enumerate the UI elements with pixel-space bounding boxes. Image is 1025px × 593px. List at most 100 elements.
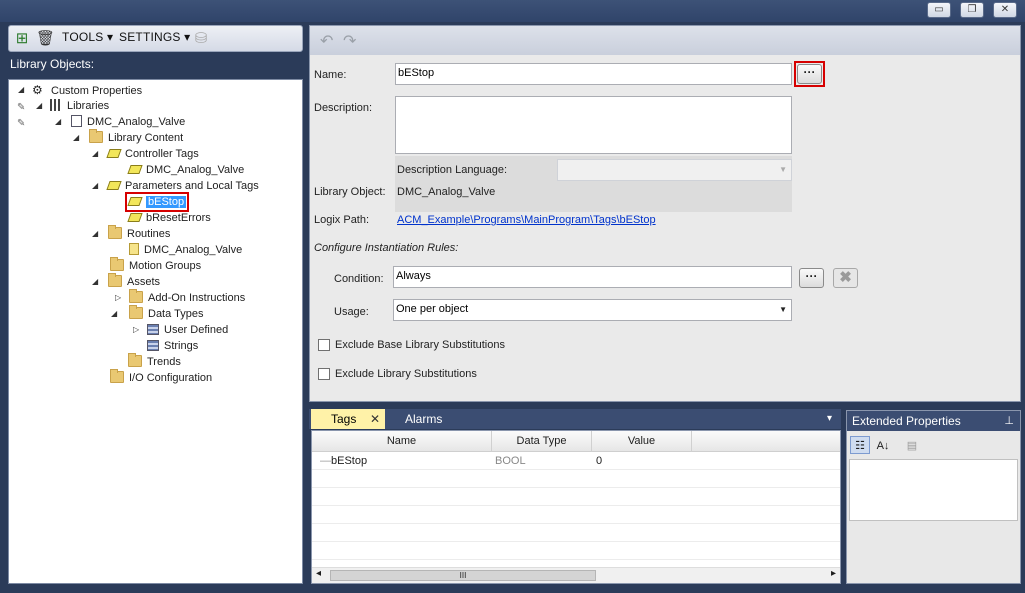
table-row[interactable]: — bEStop BOOL 0 (312, 453, 840, 470)
pencil-icon: ✎ (17, 102, 26, 113)
grid-header: Name Data Type Value (312, 431, 840, 452)
tree-item-user-defined[interactable]: ▷ User Defined (133, 322, 228, 338)
expand-arrow-icon[interactable]: ◢ (73, 130, 79, 146)
redo-icon[interactable]: ↷ (343, 31, 356, 51)
properties-toolbar: ↶ ↷ (310, 26, 1020, 55)
column-header-name[interactable]: Name (312, 431, 492, 452)
delete-icon[interactable]: 🗑 (36, 29, 55, 48)
tree-item-assets[interactable]: ◢ Assets (92, 273, 160, 290)
condition-browse-button[interactable]: ··· (799, 268, 824, 288)
tag-icon (127, 213, 143, 222)
exclude-base-checkbox[interactable] (318, 339, 330, 351)
name-label: Name: (314, 69, 347, 81)
column-header-value[interactable]: Value (592, 431, 692, 452)
scroll-left-icon[interactable]: ◂ (316, 568, 321, 579)
sort-alpha-icon[interactable]: A↓ (873, 436, 893, 454)
pin-icon[interactable]: ⊥ (1004, 411, 1014, 431)
library-icon (50, 99, 62, 111)
folder-icon (89, 129, 103, 143)
expand-arrow-icon[interactable]: ◢ (18, 82, 24, 98)
table-row (312, 543, 840, 560)
configure-rules-heading: Configure Instantiation Rules: (314, 242, 459, 254)
settings-menu[interactable]: SETTINGS ▾ (119, 30, 190, 44)
tools-menu[interactable]: TOOLS ▾ (62, 30, 113, 44)
expand-arrow-icon[interactable]: ◢ (92, 178, 98, 194)
cell-value[interactable]: 0 (596, 453, 602, 470)
data-type-icon (147, 340, 159, 351)
routine-icon (129, 243, 139, 255)
condition-label: Condition: (334, 273, 384, 285)
property-pages-icon[interactable]: ▤ (902, 436, 922, 454)
minimize-icon[interactable]: ▭ (927, 2, 951, 18)
exclude-library-label: Exclude Library Substitutions (335, 368, 477, 380)
library-objects-title: Library Objects: (10, 57, 95, 71)
expand-arrow-icon[interactable]: ◢ (92, 146, 98, 162)
categorized-icon[interactable]: ☷ (850, 436, 870, 454)
tree-item-routine-dmc[interactable]: DMC_Analog_Valve (129, 242, 242, 258)
chevron-down-icon: ▼ (779, 165, 787, 174)
folder-icon (129, 289, 143, 303)
tree-item-custom-properties[interactable]: ◢ ⚙ Custom Properties (18, 82, 142, 98)
tree-item-routines[interactable]: ◢ Routines (92, 225, 170, 242)
expand-arrow-icon[interactable]: ◢ (92, 274, 98, 290)
folder-icon (129, 305, 143, 319)
library-object-value: DMC_Analog_Valve (397, 186, 496, 198)
tree-item-trends[interactable]: Trends (128, 353, 181, 370)
horizontal-scrollbar[interactable]: ◂ III ▸ (312, 567, 840, 583)
condition-field[interactable]: Always (393, 266, 792, 288)
highlight-box (794, 61, 825, 87)
tab-alarms[interactable]: Alarms (385, 409, 442, 429)
close-tab-icon[interactable]: ✕ (370, 409, 380, 429)
tree-item-dmc-analog-valve[interactable]: ◢ DMC_Analog_Valve (55, 114, 185, 130)
tree-item-libraries[interactable]: ◢ Libraries (36, 98, 109, 114)
scroll-thumb[interactable]: III (330, 570, 596, 581)
tree-item-bresetErrors[interactable]: bResetErrors (127, 210, 211, 226)
publish-icon[interactable]: ⛁ (192, 29, 210, 48)
scroll-right-icon[interactable]: ▸ (831, 568, 836, 579)
collapse-arrow-icon[interactable]: ▷ (133, 322, 139, 338)
tree-item-io-configuration[interactable]: I/O Configuration (110, 369, 212, 386)
library-object-label: Library Object: (314, 186, 386, 198)
name-field[interactable]: bEStop (395, 63, 792, 85)
expand-arrow-icon[interactable]: ◢ (92, 226, 98, 242)
undo-icon[interactable]: ↶ (320, 31, 333, 51)
logix-path-label: Logix Path: (314, 214, 370, 226)
chevron-down-icon: ▼ (779, 305, 787, 314)
logix-path-link[interactable]: ACM_Example\Programs\MainProgram\Tags\bE… (397, 214, 656, 226)
add-library-icon[interactable]: ⊞ (13, 29, 31, 48)
close-icon[interactable]: ✕ (993, 2, 1017, 18)
tree-item-library-content[interactable]: ◢ Library Content (73, 129, 183, 146)
tree-item-strings[interactable]: Strings (147, 338, 198, 354)
description-language-label: Description Language: (397, 164, 508, 176)
expand-arrow-icon[interactable]: ◢ (111, 306, 117, 322)
tree-item-controller-tags[interactable]: ◢ Controller Tags (92, 146, 199, 162)
folder-icon (110, 257, 124, 271)
library-tree[interactable]: ✎ ✎ ◢ ⚙ Custom Properties ◢ Libraries ◢ D… (8, 79, 303, 584)
usage-label: Usage: (334, 306, 369, 318)
tree-item-add-on-instructions[interactable]: ▷ Add-On Instructions (115, 289, 245, 306)
tags-grid: Name Data Type Value — bEStop BOOL 0 ◂ I… (311, 430, 841, 584)
tree-item-data-types[interactable]: ◢ Data Types (111, 305, 203, 322)
tab-menu-icon[interactable]: ▾ (827, 409, 832, 429)
bottom-tab-bar: Tags ✕ Alarms ▾ (309, 409, 841, 429)
collapse-arrow-icon[interactable]: ▷ (115, 290, 121, 306)
description-language-dropdown[interactable]: ▼ (557, 159, 792, 181)
folder-icon (108, 273, 122, 287)
window-title-bar: ▭ ❐ ✕ (0, 0, 1025, 22)
folder-icon (108, 225, 122, 239)
restore-icon[interactable]: ❐ (960, 2, 984, 18)
expand-arrow-icon[interactable]: ◢ (36, 98, 42, 114)
table-row (312, 525, 840, 542)
extended-properties-panel: Extended Properties ⊥ ☷ A↓ ▤ (846, 410, 1021, 584)
clear-condition-button[interactable]: ✖ (833, 268, 858, 288)
tree-item-motion-groups[interactable]: Motion Groups (110, 257, 201, 274)
exclude-library-checkbox[interactable] (318, 368, 330, 380)
tree-item-controller-tag-dmc[interactable]: DMC_Analog_Valve (127, 162, 244, 178)
column-header-data-type[interactable]: Data Type (492, 431, 592, 452)
usage-dropdown[interactable]: One per object ▼ (393, 299, 792, 321)
exclude-base-label: Exclude Base Library Substitutions (335, 339, 505, 351)
data-type-icon (147, 324, 159, 335)
expand-arrow-icon[interactable]: ◢ (55, 114, 61, 130)
description-field[interactable] (395, 96, 792, 154)
tag-icon (106, 181, 122, 190)
